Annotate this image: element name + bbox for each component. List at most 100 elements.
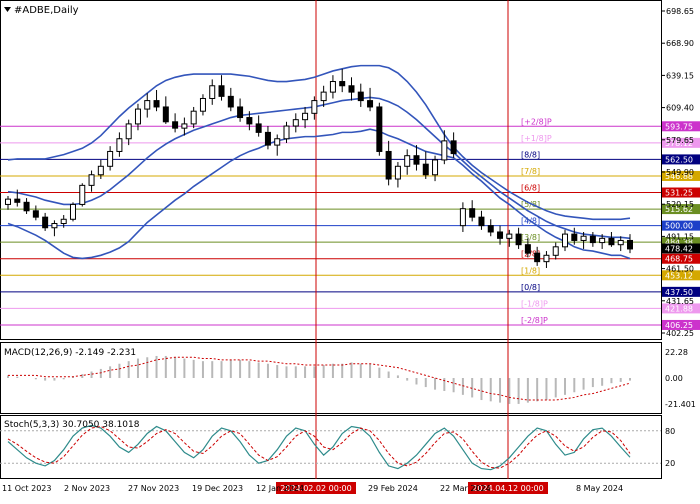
candle-body [134, 108, 141, 125]
time-tick-label: 29 Feb 2024 [368, 484, 418, 493]
stoch-tick-label: 20 [665, 459, 675, 468]
murrey-level-label: [3/8] [521, 233, 540, 242]
candle-body [116, 138, 123, 152]
stoch-tick-label: 80 [665, 427, 675, 436]
candle-body [172, 121, 179, 129]
time-tick-label: 8 May 2024 [576, 484, 623, 493]
candle-body [543, 254, 550, 263]
candle-body [227, 95, 234, 108]
murrey-price-tag-text: 531.25 [665, 189, 693, 198]
macd-tick-label: 0.00 [665, 374, 683, 383]
murrey-level-label: [-1/8]P [521, 299, 548, 308]
candle-body [487, 225, 494, 233]
candle-body [450, 140, 457, 155]
candle-body [515, 233, 522, 246]
candle-body [432, 159, 439, 176]
time-tick-label: 12 Jan 2024 [256, 484, 304, 493]
murrey-level-label: [+2/8]P [521, 117, 552, 126]
candle-body [617, 239, 624, 246]
candle-body [69, 203, 76, 220]
murrey-price-tag-text: 468.75 [665, 255, 693, 264]
murrey-level-label: [7/8] [521, 167, 540, 176]
candle-body [339, 81, 346, 87]
price-tick-label: 402.25 [666, 329, 694, 338]
current-price-tag-text: 478.42 [665, 244, 693, 253]
candle-body [571, 233, 578, 241]
candle-body [376, 106, 383, 152]
time-tick-label: 2 Nov 2023 [64, 484, 110, 493]
price-tick-label: 609.40 [666, 104, 694, 113]
candle-body [459, 208, 466, 227]
candle-body [562, 233, 569, 248]
candle-body [79, 184, 86, 205]
candle-body [23, 201, 30, 212]
price-tick-label: 639.15 [666, 71, 694, 80]
time-tick-label: 19 Dec 2023 [192, 484, 243, 493]
candle-body [199, 97, 206, 112]
candle-body [469, 208, 476, 218]
candle-body [599, 237, 606, 244]
price-tick-label: 491.15 [666, 232, 694, 241]
chart-svg: [+2/8]P593.75[+1/8]P578.12[8/8]562.50[7/… [0, 0, 700, 494]
murrey-level-label: [+1/8]P [521, 134, 552, 143]
candle-body [274, 138, 281, 146]
murrey-level-label: [-2/8]P [521, 316, 548, 325]
candle-body [209, 85, 216, 99]
candle-body [88, 174, 95, 186]
candle-body [190, 110, 197, 125]
candle-body [367, 100, 374, 108]
candle-body [404, 155, 411, 167]
price-tick-label: 520.15 [666, 200, 694, 209]
price-tick-label: 579.65 [666, 136, 694, 145]
candle-body [42, 216, 49, 229]
candle-body [264, 131, 271, 146]
price-tick-label: 668.90 [666, 39, 694, 48]
murrey-level-label: [1/8] [521, 266, 540, 275]
candle-body [153, 100, 160, 108]
candle-body [552, 246, 559, 256]
candle-body [524, 244, 531, 254]
murrey-level-label: [8/8] [521, 150, 540, 159]
price-tick-label: 431.65 [666, 297, 694, 306]
candle-body [107, 150, 114, 167]
candle-body [5, 198, 11, 205]
murrey-price-tag-text: 593.75 [665, 122, 693, 131]
candle-body [534, 252, 541, 263]
candle-body [608, 237, 615, 246]
chart-title-text: #ADBE,Daily [14, 5, 79, 16]
candle-body [329, 81, 336, 93]
candle-body [497, 231, 504, 239]
candle-body [292, 119, 299, 127]
candle-body [237, 106, 244, 119]
candle-body [441, 140, 448, 161]
candle-body [255, 123, 262, 133]
murrey-level-label: [6/8] [521, 184, 540, 193]
time-tick-label: 22 Mar 2024 [440, 484, 491, 493]
candle-body [14, 198, 21, 203]
stoch-label: Stoch(5,3,3) 30.7050 38.1018 [4, 420, 140, 430]
candle-body [97, 165, 104, 176]
candle-body [162, 106, 169, 123]
macd-tick-label: -21.401 [665, 400, 696, 409]
candle-body [320, 91, 327, 102]
candle-body [580, 235, 587, 241]
candle-body [506, 233, 513, 239]
candle-body [32, 210, 39, 218]
price-tick-label: 698.65 [666, 7, 694, 16]
candle-body [246, 117, 253, 125]
murrey-level-label: [0/8] [521, 283, 540, 292]
candle-body [311, 100, 318, 114]
candle-body [385, 150, 392, 180]
murrey-price-tag-text: 437.50 [665, 288, 693, 297]
candle-body [348, 85, 355, 93]
candle-body [302, 112, 309, 121]
chart-title: #ADBE,Daily [4, 5, 79, 16]
macd-label: MACD(12,26,9) -2.149 -2.231 [4, 348, 136, 358]
price-tick-label: 461.50 [666, 265, 694, 274]
murrey-price-tag-text: 500.00 [665, 222, 693, 231]
candle-body [181, 123, 188, 129]
murrey-price-tag-text: 562.50 [665, 155, 693, 164]
candle-body [357, 91, 364, 102]
price-tick-label: 549.90 [666, 168, 694, 177]
candle-body [478, 216, 485, 227]
